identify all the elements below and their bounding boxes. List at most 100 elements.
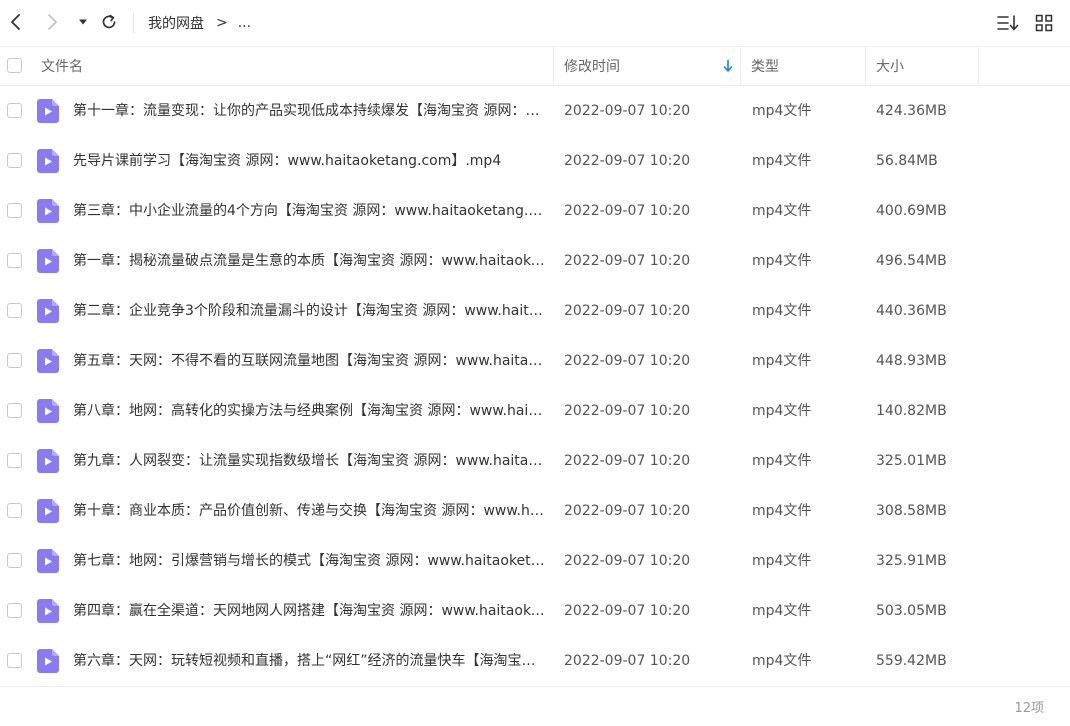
file-row[interactable]: 第一章：揭秘流量破点流量是生意的本质【海淘宝资 源网：www.haitaoket… <box>0 236 1070 286</box>
row-checkbox[interactable] <box>7 553 22 568</box>
row-checkbox[interactable] <box>7 353 22 368</box>
video-file-icon <box>37 399 59 423</box>
row-checkbox[interactable] <box>7 603 22 618</box>
file-row[interactable]: 第七章：地网：引爆营销与增长的模式【海淘宝资 源网：www.haitaoketa… <box>0 536 1070 586</box>
sort-order-button[interactable] <box>996 12 1020 34</box>
file-name[interactable]: 先导片课前学习【海淘宝资 源网：www.haitaoketang.com】.mp… <box>73 136 545 186</box>
file-type: mp4文件 <box>752 603 812 619</box>
file-size: 400.69MB <box>876 203 947 219</box>
sort-down-arrow-icon <box>723 59 733 72</box>
file-mtime: 2022-09-07 10:20 <box>564 253 691 269</box>
file-mtime: 2022-09-07 10:20 <box>564 603 691 619</box>
file-mtime: 2022-09-07 10:20 <box>564 403 691 419</box>
row-checkbox[interactable] <box>7 103 22 118</box>
chevron-left-icon <box>11 14 20 30</box>
file-row[interactable]: 第十章：商业本质：产品价值创新、传递与交换【海淘宝资 源网：www.haitao… <box>0 486 1070 536</box>
file-name[interactable]: 第一章：揭秘流量破点流量是生意的本质【海淘宝资 源网：www.haitaoket… <box>73 236 545 286</box>
file-mtime: 2022-09-07 10:20 <box>564 353 691 369</box>
refresh-icon <box>102 14 116 29</box>
chevron-right-icon <box>48 14 57 30</box>
column-divider[interactable] <box>740 47 741 85</box>
breadcrumb-more[interactable]: ... <box>238 15 251 31</box>
item-count: 12项 <box>1014 701 1044 716</box>
file-name[interactable]: 第七章：地网：引爆营销与增长的模式【海淘宝资 源网：www.haitaoketa… <box>73 536 545 586</box>
file-name[interactable]: 第二章：企业竞争3个阶段和流量漏斗的设计【海淘宝资 源网：www.haitaok… <box>73 286 545 336</box>
row-checkbox[interactable] <box>7 453 22 468</box>
select-all-checkbox[interactable] <box>7 58 22 73</box>
file-size: 496.54MB <box>876 253 947 269</box>
file-mtime: 2022-09-07 10:20 <box>564 153 691 169</box>
breadcrumb-separator: > <box>216 15 228 31</box>
file-size: 140.82MB <box>876 403 947 419</box>
file-row[interactable]: 第八章：地网：高转化的实操方法与经典案例【海淘宝资 源网：www.haitaok… <box>0 386 1070 436</box>
file-row[interactable]: 第三章：中小企业流量的4个方向【海淘宝资 源网：www.haitaoketang… <box>0 186 1070 236</box>
file-row[interactable]: 第五章：天网：不得不看的互联网流量地图【海淘宝资 源网：www.haitaoke… <box>0 336 1070 386</box>
file-name[interactable]: 第三章：中小企业流量的4个方向【海淘宝资 源网：www.haitaoketang… <box>73 186 545 236</box>
video-file-icon <box>37 499 59 523</box>
row-checkbox[interactable] <box>7 403 22 418</box>
file-row[interactable]: 第十一章：流量变现：让你的产品实现低成本持续爆发【海淘宝资 源网：www.hai… <box>0 86 1070 136</box>
file-mtime: 2022-09-07 10:20 <box>564 653 691 669</box>
file-name[interactable]: 第九章：人网裂变：让流量实现指数级增长【海淘宝资 源网：www.haitaoke… <box>73 436 545 486</box>
grid-view-button[interactable] <box>1032 12 1056 34</box>
file-name[interactable]: 第五章：天网：不得不看的互联网流量地图【海淘宝资 源网：www.haitaoke… <box>73 336 545 386</box>
row-checkbox[interactable] <box>7 203 22 218</box>
column-header-name[interactable]: 文件名 <box>41 47 83 85</box>
file-list-header: 文件名 修改时间 类型 大小 <box>0 46 1070 86</box>
column-header-mtime[interactable]: 修改时间 <box>564 47 740 85</box>
file-type: mp4文件 <box>752 303 812 319</box>
file-row[interactable]: 第四章：赢在全渠道：天网地网人网搭建【海淘宝资 源网：www.haitaoket… <box>0 586 1070 636</box>
file-size: 308.58MB <box>876 503 947 519</box>
file-type: mp4文件 <box>752 453 812 469</box>
toolbar: 我的网盘 > ... <box>0 0 1070 46</box>
file-size: 325.01MB <box>876 453 947 469</box>
caret-down-icon <box>79 19 87 25</box>
file-row[interactable]: 第二章：企业竞争3个阶段和流量漏斗的设计【海淘宝资 源网：www.haitaok… <box>0 286 1070 336</box>
file-rows: 第十一章：流量变现：让你的产品实现低成本持续爆发【海淘宝资 源网：www.hai… <box>0 86 1070 686</box>
file-row[interactable]: 第六章：天网：玩转短视频和直播，搭上“网红”经济的流量快车【海淘宝资 源网：ww… <box>0 636 1070 686</box>
row-checkbox[interactable] <box>7 253 22 268</box>
file-name[interactable]: 第八章：地网：高转化的实操方法与经典案例【海淘宝资 源网：www.haitaok… <box>73 386 545 436</box>
sort-list-icon <box>997 15 1019 31</box>
file-row[interactable]: 第九章：人网裂变：让流量实现指数级增长【海淘宝资 源网：www.haitaoke… <box>0 436 1070 486</box>
forward-button[interactable] <box>40 10 64 34</box>
video-file-icon <box>37 549 59 573</box>
video-file-icon <box>37 299 59 323</box>
column-divider[interactable] <box>865 47 866 85</box>
row-checkbox[interactable] <box>7 303 22 318</box>
video-file-icon <box>37 599 59 623</box>
back-button[interactable] <box>4 10 28 34</box>
video-file-icon <box>37 649 59 673</box>
file-size: 440.36MB <box>876 303 947 319</box>
file-mtime: 2022-09-07 10:20 <box>564 303 691 319</box>
history-dropdown-button[interactable] <box>73 10 93 34</box>
file-mtime: 2022-09-07 10:20 <box>564 103 691 119</box>
video-file-icon <box>37 349 59 373</box>
file-name[interactable]: 第六章：天网：玩转短视频和直播，搭上“网红”经济的流量快车【海淘宝资 源网：ww… <box>73 636 545 686</box>
file-type: mp4文件 <box>752 503 812 519</box>
column-divider[interactable] <box>978 47 979 85</box>
file-type: mp4文件 <box>752 153 812 169</box>
file-row[interactable]: 先导片课前学习【海淘宝资 源网：www.haitaoketang.com】.mp… <box>0 136 1070 186</box>
file-type: mp4文件 <box>752 403 812 419</box>
file-name[interactable]: 第十一章：流量变现：让你的产品实现低成本持续爆发【海淘宝资 源网：www.hai… <box>73 86 545 136</box>
row-checkbox[interactable] <box>7 503 22 518</box>
row-checkbox[interactable] <box>7 653 22 668</box>
file-type: mp4文件 <box>752 253 812 269</box>
file-size: 448.93MB <box>876 353 947 369</box>
toolbar-divider <box>133 13 134 33</box>
file-size: 503.05MB <box>876 603 947 619</box>
column-header-size[interactable]: 大小 <box>876 47 904 85</box>
file-name[interactable]: 第十章：商业本质：产品价值创新、传递与交换【海淘宝资 源网：www.haitao… <box>73 486 545 536</box>
file-type: mp4文件 <box>752 203 812 219</box>
video-file-icon <box>37 449 59 473</box>
file-name[interactable]: 第四章：赢在全渠道：天网地网人网搭建【海淘宝资 源网：www.haitaoket… <box>73 586 545 636</box>
file-mtime: 2022-09-07 10:20 <box>564 503 691 519</box>
file-type: mp4文件 <box>752 653 812 669</box>
column-divider[interactable] <box>553 47 554 85</box>
file-mtime: 2022-09-07 10:20 <box>564 553 691 569</box>
column-header-type[interactable]: 类型 <box>751 47 779 85</box>
breadcrumb-root[interactable]: 我的网盘 <box>148 13 204 33</box>
row-checkbox[interactable] <box>7 153 22 168</box>
refresh-button[interactable] <box>97 10 121 34</box>
